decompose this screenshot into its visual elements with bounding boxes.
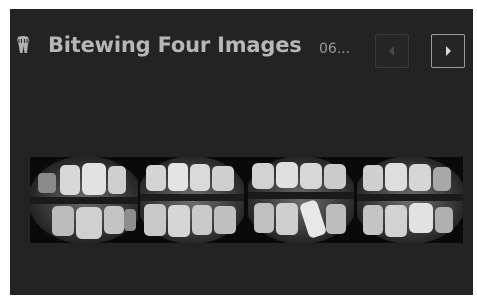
bitewing-image-1[interactable] (30, 157, 138, 243)
image-set-title: Bitewing Four Images (48, 33, 302, 57)
panel-header: Bitewing Four Images 06... (10, 9, 473, 79)
chevron-right-icon (446, 46, 451, 56)
tooth-icon (17, 36, 29, 53)
image-set-panel: Bitewing Four Images 06... (10, 9, 473, 295)
bitewing-image-strip[interactable] (30, 157, 463, 243)
next-button[interactable] (431, 34, 465, 68)
bitewing-image-3[interactable] (248, 157, 354, 243)
bitewing-image-2[interactable] (140, 157, 244, 243)
previous-button[interactable] (375, 34, 409, 68)
bitewing-image-4[interactable] (357, 157, 463, 243)
chevron-left-icon (389, 46, 394, 56)
image-set-date: 06... (319, 41, 351, 57)
